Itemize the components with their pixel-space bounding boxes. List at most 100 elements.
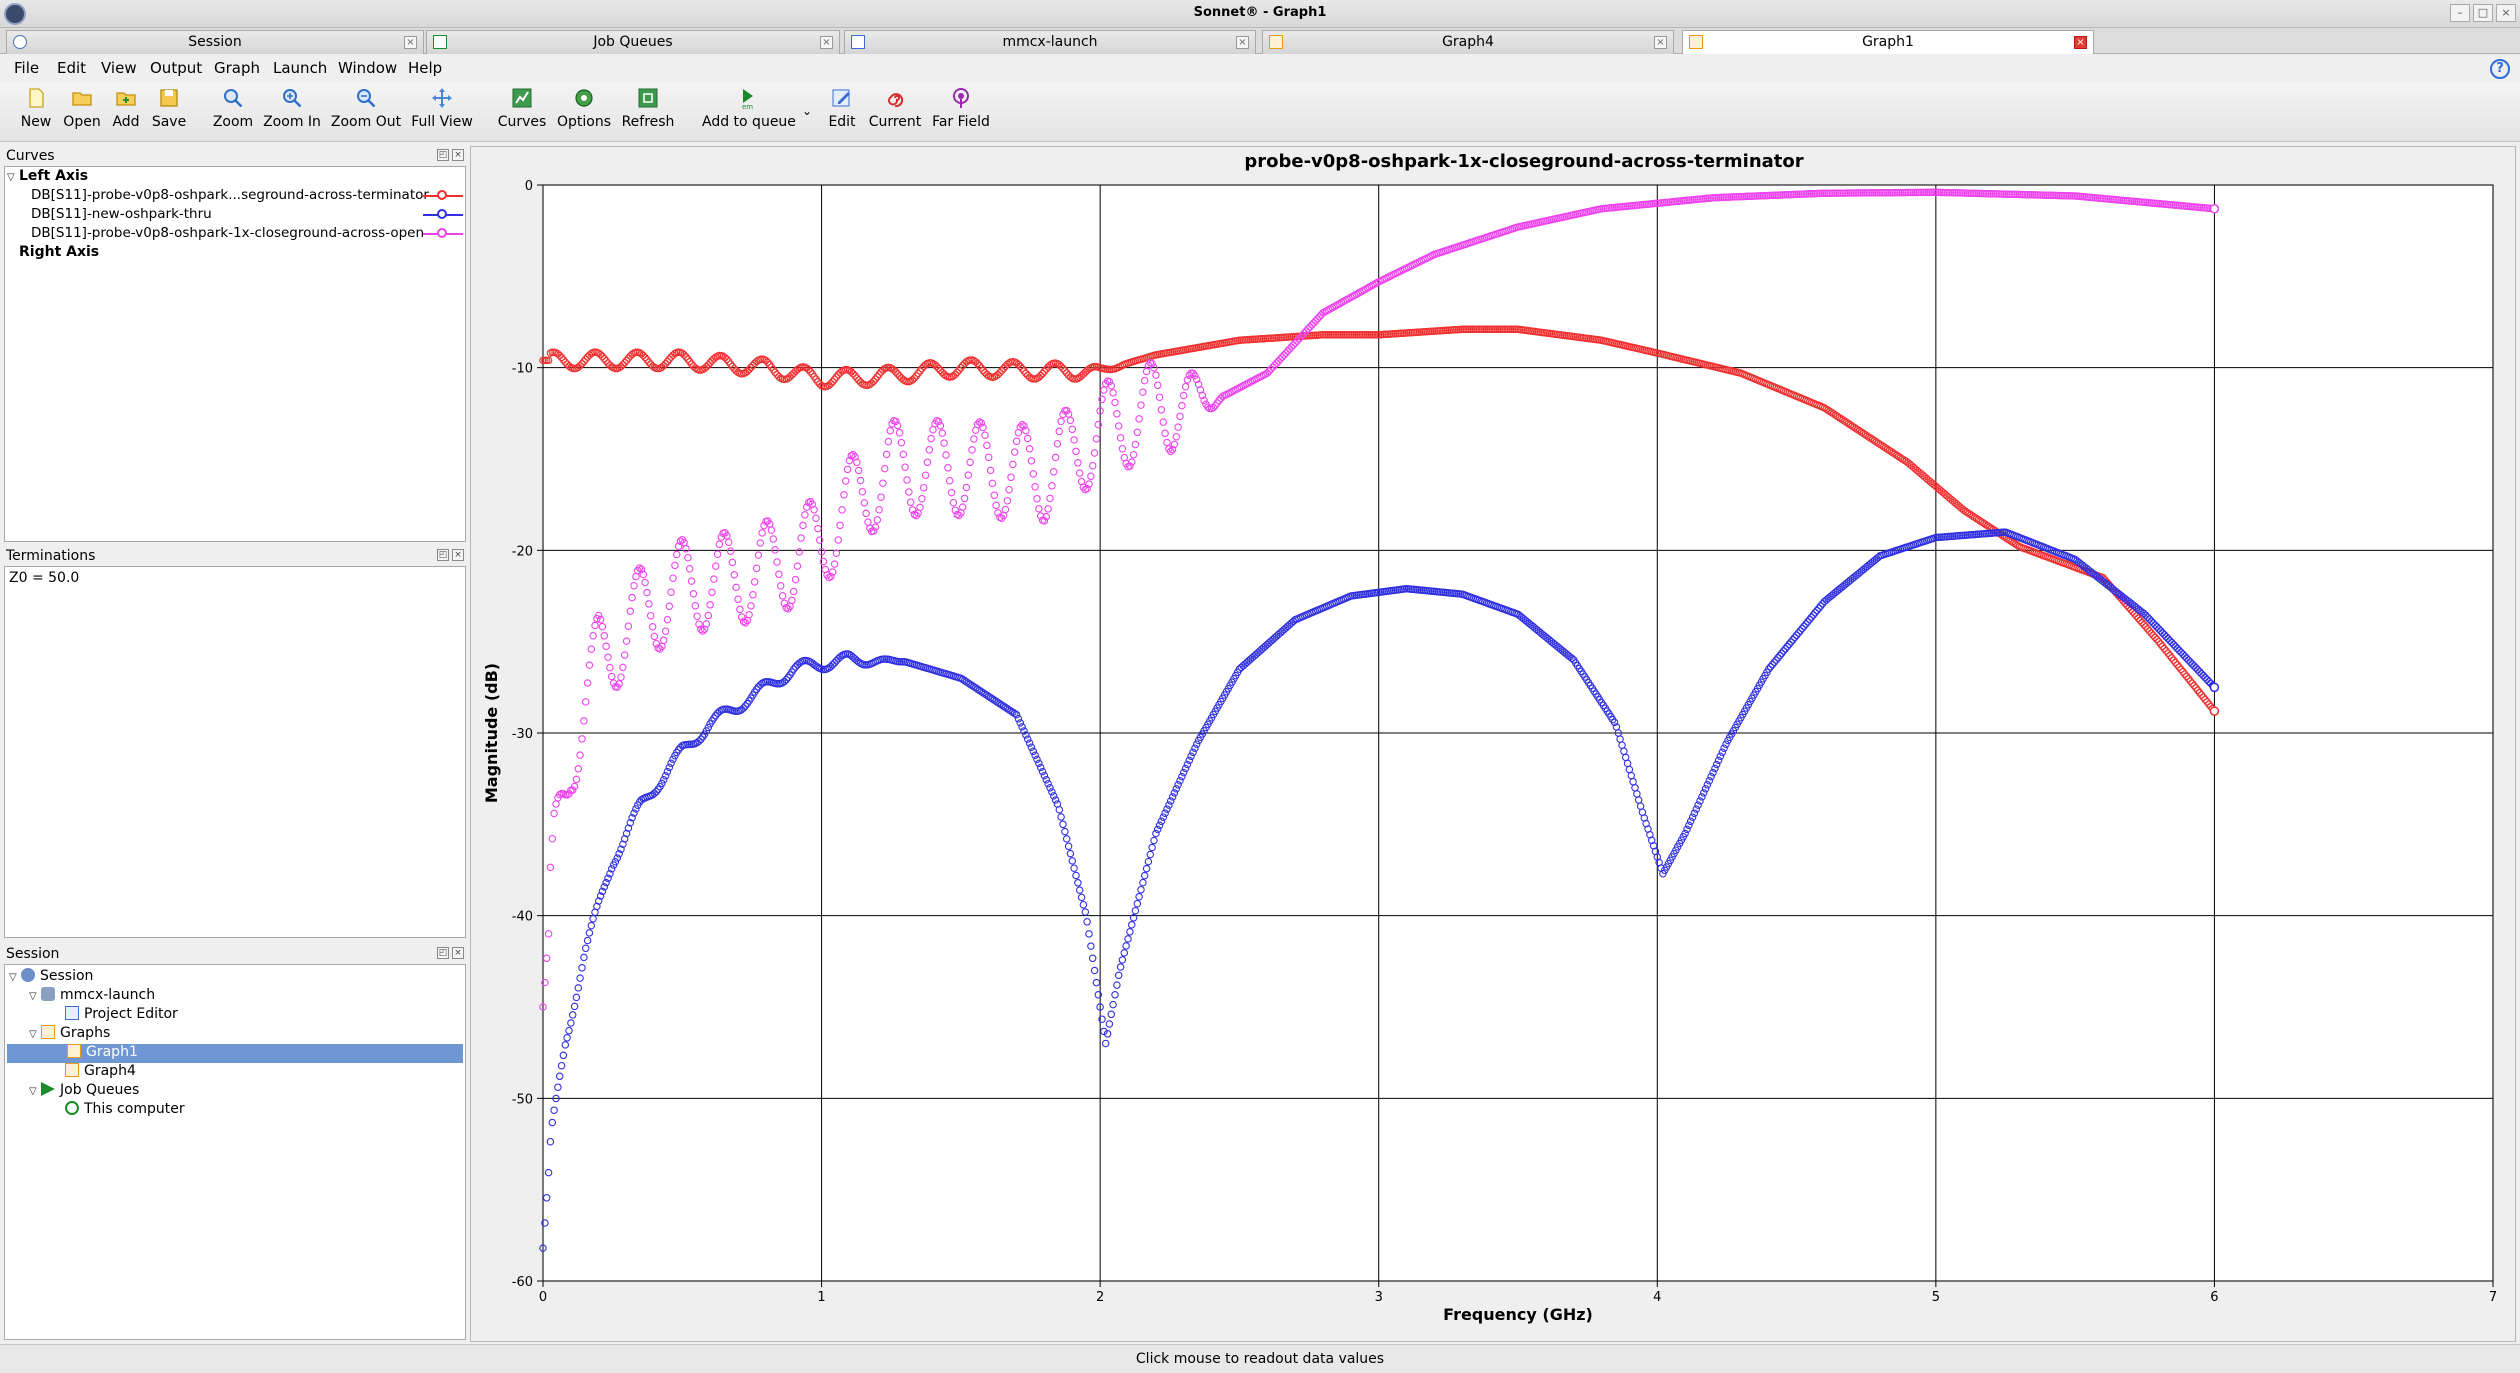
- current-button[interactable]: Current: [866, 86, 924, 138]
- collapse-arrow-icon[interactable]: ▽: [29, 991, 41, 1002]
- tree-session[interactable]: ▽ Session: [9, 968, 93, 987]
- close-panel-icon[interactable]: ×: [452, 149, 464, 161]
- zoom-button[interactable]: Zoom: [210, 86, 256, 138]
- options-button[interactable]: Options: [556, 86, 612, 138]
- close-tab-icon[interactable]: ×: [1236, 36, 1249, 49]
- tab-mmcx-launch[interactable]: mmcx-launch ×: [844, 30, 1256, 54]
- tree-label: Project Editor: [84, 1006, 178, 1022]
- add-to-queue-button[interactable]: em Add to queue: [702, 86, 796, 138]
- collapse-arrow-icon[interactable]: ▽: [29, 1029, 41, 1040]
- tree-graphs[interactable]: ▽ Graphs: [29, 1025, 110, 1044]
- session-tree: ▽ Session ▽ mmcx-launch Project Editor ▽ Gr…: [4, 964, 466, 1340]
- y-tick-label: -60: [512, 1275, 533, 1290]
- float-panel-icon[interactable]: ◰: [437, 947, 449, 959]
- tree-graph1[interactable]: Graph1: [7, 1044, 463, 1063]
- menu-edit[interactable]: Edit: [57, 59, 86, 77]
- tab-bar: Session × Job Queues × mmcx-launch × Gra…: [0, 28, 2520, 54]
- help-icon[interactable]: ?: [2490, 59, 2510, 79]
- tree-project[interactable]: ▽ mmcx-launch: [29, 987, 155, 1006]
- menu-output[interactable]: Output: [150, 59, 202, 77]
- float-panel-icon[interactable]: ◰: [437, 149, 449, 161]
- menu-window[interactable]: Window: [338, 59, 397, 77]
- new-button[interactable]: New: [14, 86, 58, 138]
- tree-label: Graph4: [84, 1063, 136, 1079]
- close-tab-icon[interactable]: ×: [820, 36, 833, 49]
- menu-view[interactable]: View: [101, 59, 137, 77]
- refresh-button[interactable]: Refresh: [620, 86, 676, 138]
- far-field-icon: [953, 88, 969, 108]
- chart-title: probe-v0p8-oshpark-1x-closeground-across…: [1244, 151, 1803, 172]
- save-button[interactable]: Save: [148, 86, 190, 138]
- zoom-in-icon: [283, 89, 302, 108]
- tree-project-editor[interactable]: Project Editor: [65, 1006, 178, 1025]
- y-tick-label: -10: [512, 362, 533, 377]
- tree-label: Graphs: [60, 1025, 111, 1041]
- em-queue-icon: [41, 1082, 55, 1096]
- curves-button[interactable]: Curves: [496, 86, 548, 138]
- menu-launch[interactable]: Launch: [273, 59, 327, 77]
- x-tick-label: 2: [1096, 1290, 1104, 1305]
- tab-label: Job Queues: [593, 34, 673, 50]
- graph-icon: [1269, 35, 1283, 49]
- current-label: Current: [868, 114, 922, 130]
- zoom-out-label: Zoom Out: [330, 114, 402, 130]
- minimize-icon[interactable]: –: [2450, 4, 2470, 22]
- graph-icon: [65, 1063, 79, 1077]
- y-tick-label: -20: [512, 544, 533, 559]
- project-icon: [41, 987, 55, 1001]
- add-button[interactable]: Add: [106, 86, 146, 138]
- tree-graph4[interactable]: Graph4: [65, 1063, 136, 1082]
- end-marker: [2209, 682, 2220, 693]
- open-button[interactable]: Open: [60, 86, 104, 138]
- curve-item[interactable]: DB[S11]-probe-v0p8-oshpark...seground-ac…: [31, 187, 465, 205]
- curve-item[interactable]: DB[S11]-probe-v0p8-oshpark-1x-closegroun…: [31, 225, 465, 243]
- collapse-arrow-icon[interactable]: ▽: [7, 172, 19, 183]
- right-axis-node[interactable]: Right Axis: [19, 244, 99, 263]
- x-tick-label: 5: [1932, 1290, 1940, 1305]
- tree-this-computer[interactable]: This computer: [65, 1101, 185, 1120]
- zoom-out-button[interactable]: Zoom Out: [330, 86, 402, 138]
- tab-label: Session: [188, 34, 242, 50]
- full-view-button[interactable]: Full View: [408, 86, 476, 138]
- edit-button[interactable]: Edit: [824, 86, 860, 138]
- curve-item[interactable]: DB[S11]-new-oshpark-thru: [31, 206, 465, 224]
- close-tab-icon[interactable]: ×: [404, 36, 417, 49]
- curves-icon: [512, 88, 532, 108]
- new-file-icon: [29, 88, 44, 108]
- far-field-button[interactable]: Far Field: [930, 86, 992, 138]
- float-panel-icon[interactable]: ◰: [437, 549, 449, 561]
- close-window-icon[interactable]: ×: [2496, 4, 2516, 22]
- close-panel-icon[interactable]: ×: [452, 947, 464, 959]
- menu-help[interactable]: Help: [408, 59, 442, 77]
- tree-label: Job Queues: [60, 1082, 140, 1098]
- close-tab-icon[interactable]: ×: [2074, 36, 2087, 49]
- tab-graph1[interactable]: Graph1 ×: [1682, 30, 2094, 54]
- x-tick-label: 0: [539, 1290, 547, 1305]
- save-icon: [160, 89, 178, 107]
- tab-session[interactable]: Session ×: [6, 30, 424, 54]
- tree-job-queues[interactable]: ▽ Job Queues: [29, 1082, 139, 1101]
- y-tick-label: 0: [525, 179, 533, 194]
- collapse-arrow-icon[interactable]: ▽: [29, 1086, 41, 1097]
- curve-swatch-icon: [423, 190, 463, 200]
- y-tick-label: -40: [512, 910, 533, 925]
- window-controls: – □ ×: [2450, 4, 2516, 22]
- s11-plot[interactable]: probe-v0p8-oshpark-1x-closeground-across…: [471, 147, 2515, 1341]
- zoom-in-button[interactable]: Zoom In: [262, 86, 322, 138]
- maximize-icon[interactable]: □: [2473, 4, 2493, 22]
- close-tab-icon[interactable]: ×: [1654, 36, 1667, 49]
- menu-graph[interactable]: Graph: [214, 59, 260, 77]
- curve-swatch-icon: [423, 228, 463, 238]
- close-panel-icon[interactable]: ×: [452, 549, 464, 561]
- terminations-panel-title: Terminations: [6, 548, 96, 564]
- tab-job-queues[interactable]: Job Queues ×: [426, 30, 840, 54]
- graph-icon: [67, 1044, 81, 1058]
- left-axis-node[interactable]: ▽ Left Axis: [7, 168, 88, 187]
- session-icon: [21, 968, 35, 982]
- graph-area[interactable]: probe-v0p8-oshpark-1x-closeground-across…: [470, 146, 2516, 1342]
- collapse-arrow-icon[interactable]: ▽: [9, 972, 21, 983]
- menu-file[interactable]: File: [14, 59, 39, 77]
- curves-panel: Curves ◰ × ▽ Left Axis DB[S11]-probe-v0p8-…: [4, 146, 466, 542]
- tab-graph4[interactable]: Graph4 ×: [1262, 30, 1674, 54]
- refresh-icon: [638, 88, 658, 108]
